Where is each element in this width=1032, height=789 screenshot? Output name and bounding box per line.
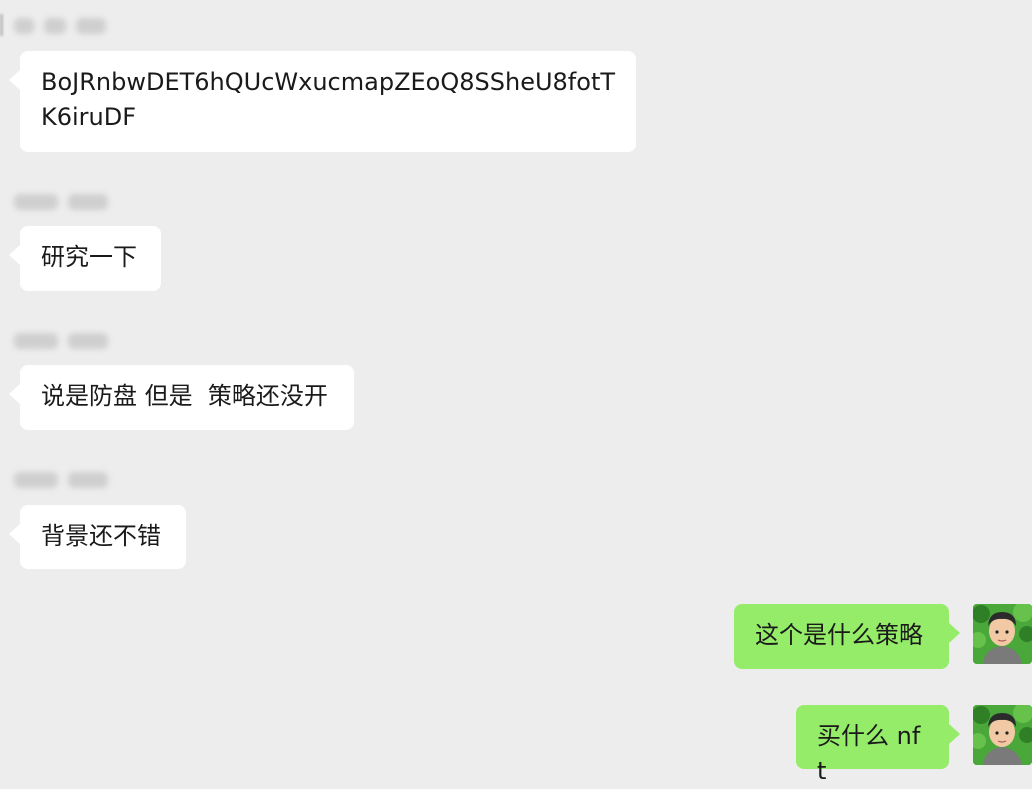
sender-name-blurred (14, 192, 108, 212)
incoming-message-bubble[interactable]: 背景还不错 (9, 505, 186, 569)
sender-name-blurred (14, 16, 106, 36)
edge-indicator (0, 14, 3, 36)
message-text: BoJRnbwDET6hQUcWxucmapZEoQ8SSheU8fotTK6i… (41, 68, 616, 131)
outgoing-message-bubble[interactable]: 这个是什么策略 (734, 604, 960, 669)
message-text: 这个是什么策略 (755, 621, 923, 649)
message-text: 研究一下 (41, 243, 137, 271)
outgoing-message-bubble[interactable]: 买什么 nft (796, 705, 960, 785)
message-text: 买什么 nft (817, 722, 921, 785)
incoming-message-bubble[interactable]: 说是防盘 但是 策略还没开 (9, 365, 354, 430)
sender-name-blurred (14, 331, 108, 351)
user-avatar-icon[interactable] (973, 604, 1032, 664)
incoming-message-bubble[interactable]: BoJRnbwDET6hQUcWxucmapZEoQ8SSheU8fotTK6i… (9, 51, 636, 152)
message-text: 说是防盘 但是 策略还没开 (41, 382, 328, 410)
sender-name-blurred (14, 470, 108, 490)
message-text: 背景还不错 (41, 522, 161, 550)
chat-message-list[interactable]: BoJRnbwDET6hQUcWxucmapZEoQ8SSheU8fotTK6i… (0, 0, 1032, 789)
user-avatar-icon[interactable] (973, 705, 1032, 765)
incoming-message-bubble[interactable]: 研究一下 (9, 226, 161, 291)
